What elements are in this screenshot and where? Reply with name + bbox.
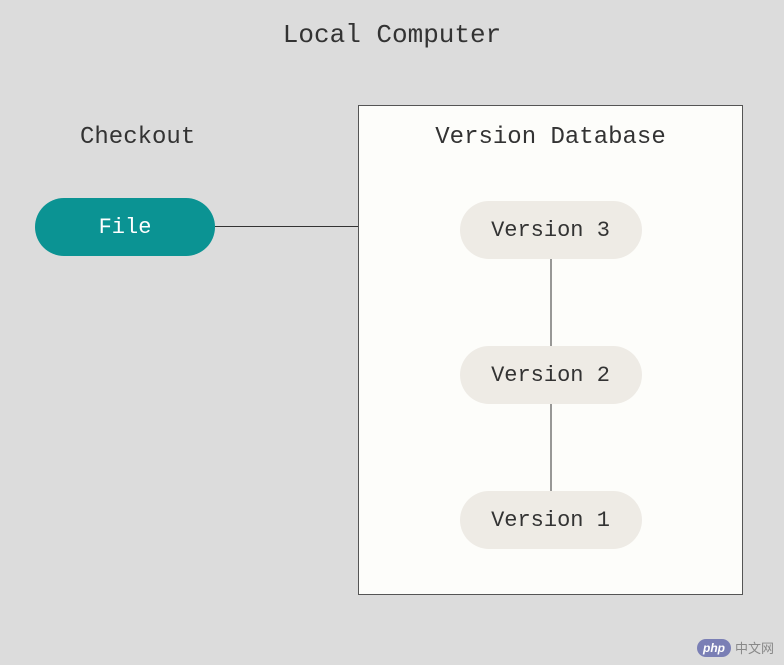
version-label: Version 2 (491, 363, 610, 388)
diagram-title: Local Computer (0, 20, 784, 50)
version-node: Version 1 (460, 491, 642, 549)
watermark-text: 中文网 (735, 638, 774, 657)
version-label: Version 1 (491, 508, 610, 533)
version-database-box: Version Database Version 3 Version 2 Ver… (358, 105, 743, 595)
checkout-label: Checkout (80, 124, 195, 151)
file-node-label: File (99, 215, 152, 240)
watermark-logo: php (697, 639, 731, 657)
watermark: php 中文网 (697, 638, 774, 657)
database-title: Version Database (359, 124, 742, 151)
version-connector-line (550, 404, 551, 491)
version-node: Version 3 (460, 201, 642, 259)
file-node: File (35, 198, 215, 256)
version-connector-line (550, 259, 551, 346)
version-node: Version 2 (460, 346, 642, 404)
version-label: Version 3 (491, 218, 610, 243)
